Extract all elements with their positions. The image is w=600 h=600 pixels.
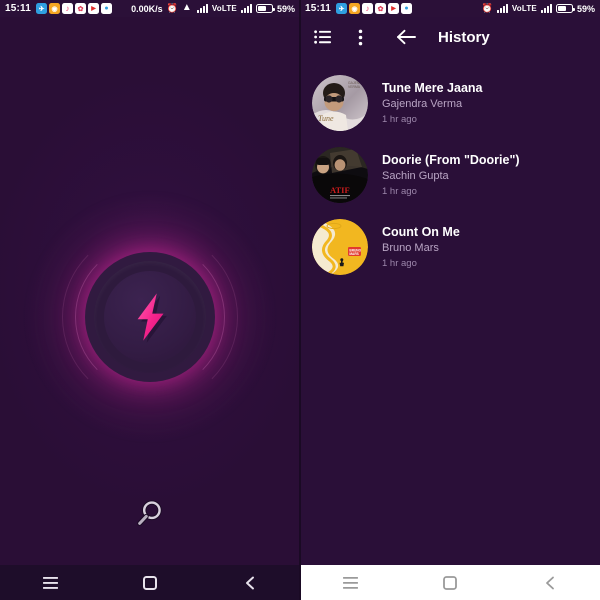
song-artist: Bruno Mars — [382, 241, 439, 254]
right-phone-screen: 15:11 ⏰ VoLTE 59% — [300, 0, 600, 600]
svg-text:ATIF: ATIF — [330, 185, 350, 195]
svg-text:VERMA: VERMA — [348, 85, 361, 89]
home-icon — [143, 575, 157, 590]
wifi-icon — [182, 3, 193, 13]
album-art-doorie: ATIF — [312, 147, 368, 203]
overflow-menu-button[interactable] — [348, 25, 372, 49]
recents-icon-2 — [342, 576, 358, 589]
history-item-meta-1: Doorie (From "Doorie") Sachin Gupta 1 hr… — [382, 152, 520, 199]
history-list-item-2[interactable]: BRUNO MARS Count On Me Bruno Mars 1 hr a… — [300, 211, 600, 283]
orange-app-icon-2 — [349, 3, 361, 14]
arrow-back-icon — [397, 29, 416, 45]
alarm-icon-2: ⏰ — [481, 3, 493, 13]
app-bar: History — [300, 17, 600, 57]
recognize-bolt-button[interactable] — [94, 261, 206, 373]
photo-app-icon-2 — [375, 3, 387, 14]
status-clock-2: 15:11 — [305, 3, 332, 14]
status-clock: 15:11 — [5, 3, 32, 14]
battery-icon — [255, 4, 275, 13]
alarm-icon: ⏰ — [166, 3, 178, 13]
panel-divider — [299, 0, 301, 600]
network-speed: 0.00K/s — [131, 3, 163, 14]
song-title: Count On Me — [382, 224, 460, 239]
battery-percent-2: 59% — [576, 3, 595, 14]
list-view-icon — [313, 30, 331, 44]
signal-bars-icon-2 — [240, 4, 252, 13]
volte-label: VoLTE — [211, 4, 237, 13]
history-screen-body: History Tune GAJENDRA VERMA Tune Mere Ja… — [300, 17, 600, 555]
song-timestamp: 1 hr ago — [382, 113, 417, 125]
back-icon-2 — [546, 576, 554, 589]
messenger-icon-2 — [401, 3, 413, 14]
photo-app-icon — [75, 3, 87, 14]
album-art-count-on-me: BRUNO MARS — [312, 219, 368, 275]
back-button-2[interactable] — [530, 565, 570, 600]
home-icon-2 — [443, 575, 457, 590]
song-timestamp: 1 hr ago — [382, 257, 417, 269]
left-phone-screen: 15:11 0.00K/s ⏰ VoLTE 59% — [0, 0, 300, 600]
recents-icon — [42, 576, 58, 589]
song-timestamp: 1 hr ago — [382, 185, 417, 197]
list-view-button[interactable] — [310, 25, 334, 49]
bolt-inner-circle — [104, 271, 196, 363]
telegram-icon — [36, 3, 48, 14]
video-app-icon — [88, 3, 100, 14]
status-bar-right-cluster: 0.00K/s ⏰ VoLTE 59% — [131, 3, 295, 14]
recents-button[interactable] — [30, 565, 70, 600]
recognize-screen-body — [0, 17, 300, 565]
video-app-icon-2 — [388, 3, 400, 14]
telegram-icon-2 — [336, 3, 348, 14]
signal-bars-icon-4 — [540, 4, 552, 13]
history-list-item-0[interactable]: Tune GAJENDRA VERMA Tune Mere Jaana Gaje… — [300, 67, 600, 139]
song-title: Tune Mere Jaana — [382, 80, 483, 95]
notification-icons — [36, 3, 113, 14]
orange-app-icon — [49, 3, 61, 14]
android-nav-bar-left — [0, 565, 300, 600]
history-item-meta-2: Count On Me Bruno Mars 1 hr ago — [382, 224, 460, 271]
svg-text:Tune: Tune — [318, 114, 334, 123]
home-button-2[interactable] — [430, 565, 470, 600]
status-bar-right: 15:11 ⏰ VoLTE 59% — [300, 0, 600, 17]
notification-icons-2 — [336, 3, 413, 14]
status-bar-right-cluster-2: ⏰ VoLTE 59% — [482, 3, 595, 14]
bolt-button-container — [30, 197, 270, 437]
search-icon[interactable] — [135, 499, 165, 529]
messenger-icon — [101, 3, 113, 14]
back-arrow-button[interactable] — [394, 25, 418, 49]
android-nav-bar-right — [300, 565, 600, 600]
back-button[interactable] — [230, 565, 270, 600]
signal-bars-icon — [196, 4, 208, 13]
home-button[interactable] — [130, 565, 170, 600]
song-title: Doorie (From "Doorie") — [382, 152, 520, 167]
signal-bars-icon-3 — [496, 4, 508, 13]
battery-percent: 59% — [276, 3, 295, 14]
recents-button-2[interactable] — [330, 565, 370, 600]
album-art-tune-mere-jaana: Tune GAJENDRA VERMA — [312, 75, 368, 131]
status-bar-left: 15:11 0.00K/s ⏰ VoLTE 59% — [0, 0, 300, 17]
history-item-meta-0: Tune Mere Jaana Gajendra Verma 1 hr ago — [382, 80, 483, 127]
music-app-icon — [62, 3, 74, 14]
lightning-bolt-icon — [137, 293, 167, 343]
history-list-item-1[interactable]: ATIF Doorie (From "Doorie") Sachin Gupta… — [300, 139, 600, 211]
song-artist: Gajendra Verma — [382, 97, 463, 110]
battery-icon-2 — [555, 4, 575, 13]
song-artist: Sachin Gupta — [382, 169, 449, 182]
music-app-icon-2 — [362, 3, 374, 14]
volte-label-2: VoLTE — [511, 4, 537, 13]
page-title: History — [438, 28, 490, 46]
dual-screenshot-composite: 15:11 0.00K/s ⏰ VoLTE 59% — [0, 0, 600, 600]
svg-text:MARS: MARS — [349, 252, 358, 256]
more-vert-icon — [358, 29, 362, 45]
history-list: Tune GAJENDRA VERMA Tune Mere Jaana Gaje… — [300, 57, 600, 283]
back-icon — [246, 576, 254, 589]
